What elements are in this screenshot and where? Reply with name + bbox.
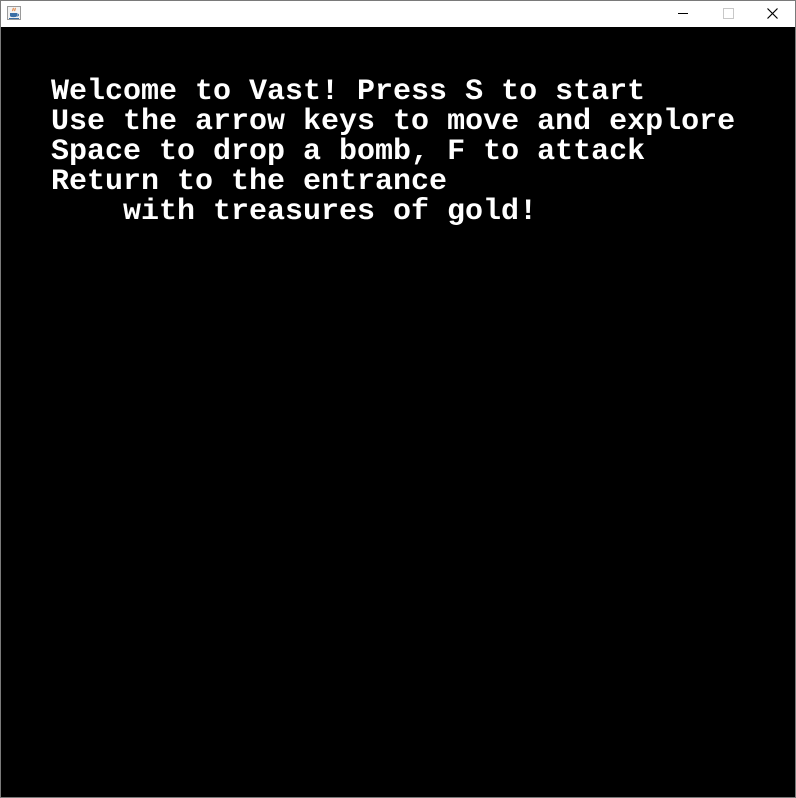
title-bar[interactable] xyxy=(1,1,795,27)
goal-instruction: Return to the entrance xyxy=(51,165,448,199)
instructions-text: Welcome to Vast! Press S to start Use th… xyxy=(51,77,735,227)
movement-instruction: Use the arrow keys to move and explore xyxy=(51,105,736,139)
maximize-button[interactable] xyxy=(705,1,751,27)
close-icon xyxy=(767,8,778,19)
maximize-icon xyxy=(723,8,734,19)
goal-instruction-continued: with treasures of gold! xyxy=(123,195,538,229)
minimize-button[interactable] xyxy=(659,1,705,27)
close-button[interactable] xyxy=(749,1,795,27)
welcome-line: Welcome to Vast! Press S to start xyxy=(51,75,646,109)
action-instruction: Space to drop a bomb, F to attack xyxy=(51,135,646,169)
game-window: Welcome to Vast! Press S to start Use th… xyxy=(0,0,796,798)
java-cup-icon xyxy=(7,6,21,20)
minimize-icon xyxy=(678,13,688,14)
